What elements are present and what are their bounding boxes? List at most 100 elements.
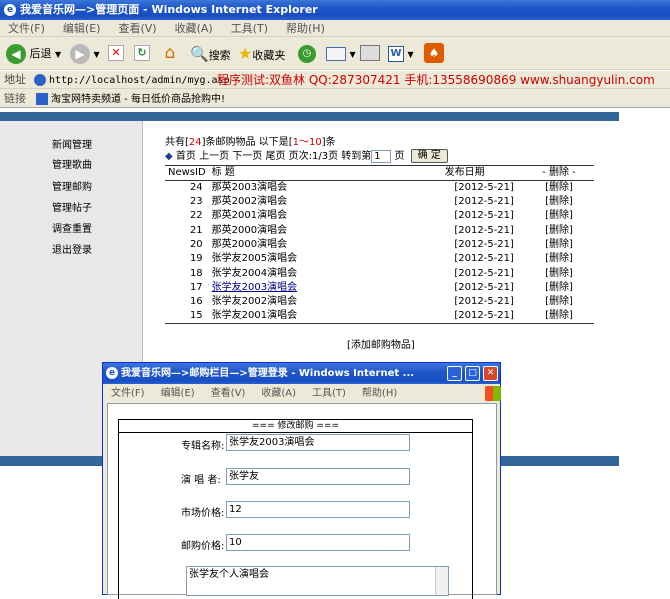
row-delete-link[interactable]: [删除]: [524, 295, 594, 309]
menu-edit[interactable]: 编辑(E): [63, 20, 101, 37]
add-mail-item-link[interactable]: [添加邮购物品]: [347, 336, 415, 351]
link-page-icon: [35, 93, 48, 105]
row-title-link[interactable]: 那英2003演唱会: [209, 181, 406, 196]
popup-titlebar[interactable]: e 我爱音乐网—>邮购栏目—>管理登录 - Windows Internet .…: [103, 363, 500, 384]
menu-file[interactable]: 文件(F): [8, 20, 45, 37]
print-icon[interactable]: [360, 45, 380, 61]
popup-menu-tools[interactable]: 工具(T): [312, 388, 346, 399]
row-delete-link[interactable]: [删除]: [524, 238, 594, 252]
back-dropdown-icon[interactable]: ▼: [55, 50, 61, 59]
mail-dropdown-icon: ▼: [349, 50, 356, 59]
menu-help[interactable]: 帮助(H): [286, 20, 325, 37]
history-icon[interactable]: ◷: [298, 45, 316, 63]
row-title-link[interactable]: 那英2000演唱会: [209, 238, 406, 252]
favorites-button[interactable]: ★收藏夹: [238, 43, 285, 65]
row-delete-link[interactable]: [删除]: [524, 224, 594, 238]
pager-prev[interactable]: 上一页: [199, 151, 229, 162]
row-delete-link[interactable]: [删除]: [524, 281, 594, 295]
mail-order-table: NewsID 标 题 发布日期 - 删除 - 24 那英2003演唱会 [2012-…: [165, 165, 594, 324]
row-delete-link[interactable]: [删除]: [524, 181, 594, 196]
home-icon[interactable]: ⌂: [160, 43, 180, 63]
table-header-row: NewsID 标 题 发布日期 - 删除 -: [165, 165, 594, 181]
sidebar-item-survey-reset[interactable]: 调查重置: [52, 220, 92, 235]
row-delete-link[interactable]: [删除]: [524, 209, 594, 223]
row-title-link[interactable]: 张学友2002演唱会: [209, 295, 406, 309]
row-date: [2012-5-21]: [454, 296, 514, 308]
edit-button[interactable]: W ▼: [388, 44, 414, 64]
sidebar-item-logout[interactable]: 退出登录: [52, 241, 92, 256]
address-input[interactable]: http://localhost/admin/myg.asp: [49, 75, 230, 86]
row-id: 23: [189, 196, 203, 208]
sidebar-item-posts[interactable]: 管理帖子: [52, 199, 92, 214]
mail-price-label: 邮购价格:: [181, 541, 225, 552]
popup-menu-file[interactable]: 文件(F): [111, 388, 145, 399]
album-name-input[interactable]: 张学友2003演唱会: [226, 434, 410, 451]
row-delete-link[interactable]: [删除]: [524, 266, 594, 280]
row-delete-link[interactable]: [删除]: [524, 252, 594, 266]
menu-favorites[interactable]: 收藏(A): [175, 20, 213, 37]
textarea-scrollbar[interactable]: [435, 567, 448, 595]
main-window-titlebar[interactable]: e 我爱音乐网—>管理页面 - Windows Internet Explore…: [0, 0, 670, 20]
maximize-button[interactable]: □: [465, 366, 480, 381]
pager-first[interactable]: 首页: [176, 151, 196, 162]
ie-icon: e: [4, 4, 16, 16]
stop-icon[interactable]: ✕: [108, 45, 124, 61]
form-left-border: [118, 419, 119, 599]
market-price-input[interactable]: 12: [226, 501, 410, 518]
row-title-link[interactable]: 那英2001演唱会: [209, 209, 406, 223]
row-delete-link[interactable]: [删除]: [524, 195, 594, 209]
row-title-link[interactable]: 张学友2001演唱会: [209, 309, 406, 324]
pager-last[interactable]: 尾页: [265, 151, 285, 162]
menu-view[interactable]: 查看(V): [118, 20, 156, 37]
table-row: 15 张学友2001演唱会 [2012-5-21] [删除]: [165, 309, 594, 324]
popup-menu-favorites[interactable]: 收藏(A): [261, 388, 296, 399]
back-button[interactable]: ◀ 后退 ▼: [6, 43, 61, 65]
table-row: 18 张学友2004演唱会 [2012-5-21] [删除]: [165, 266, 594, 280]
row-date: [2012-5-21]: [454, 239, 514, 251]
minimize-button[interactable]: _: [447, 366, 462, 381]
row-title-link[interactable]: 那英2002演唱会: [209, 195, 406, 209]
taobao-link[interactable]: 淘宝网特卖频道 - 每日低价商品抢购中!: [51, 94, 225, 105]
page-number-input[interactable]: 1: [371, 149, 392, 163]
forward-button[interactable]: ▶ ▼: [70, 43, 100, 65]
links-label: 链接: [4, 92, 26, 105]
row-id: 18: [189, 267, 203, 279]
goto-confirm-button[interactable]: 确 定: [410, 149, 448, 163]
row-date: [2012-5-21]: [454, 196, 514, 208]
messenger-icon[interactable]: ♠: [424, 43, 444, 63]
row-id: 17: [189, 281, 203, 293]
row-date: [2012-5-21]: [454, 253, 514, 265]
col-header-delete: - 删除 -: [523, 165, 594, 181]
pager: ◆ 首页 上一页 下一页 尾页 页次:1/3页 转到第 1 页 确 定: [165, 149, 448, 164]
row-delete-link[interactable]: [删除]: [524, 309, 594, 324]
close-button[interactable]: ✕: [483, 366, 498, 381]
sidebar-item-news[interactable]: 新闻管理: [52, 136, 92, 151]
pager-next[interactable]: 下一页: [232, 151, 262, 162]
edit-popup-window: e 我爱音乐网—>邮购栏目—>管理登录 - Windows Internet .…: [102, 362, 501, 599]
menu-tools[interactable]: 工具(T): [231, 20, 268, 37]
popup-content: === 修改邮购 === 专辑名称: 张学友2003演唱会 演 唱 者: 张学友…: [107, 403, 497, 599]
row-title-link[interactable]: 张学友2004演唱会: [209, 266, 406, 280]
popup-menu-help[interactable]: 帮助(H): [362, 388, 397, 399]
popup-menu-edit[interactable]: 编辑(E): [161, 388, 195, 399]
row-title-link[interactable]: 张学友2003演唱会: [209, 281, 406, 295]
popup-ie-icon: e: [106, 367, 118, 379]
album-name-label: 专辑名称:: [181, 441, 225, 452]
mail-button[interactable]: ▼: [326, 44, 356, 64]
overlay-test-text: 程序测试:双鱼林 QQ:287307421 手机:13558690869 www…: [217, 73, 655, 87]
popup-menu-view[interactable]: 查看(V): [211, 388, 246, 399]
mail-price-input[interactable]: 10: [226, 534, 410, 551]
row-date: [2012-5-21]: [454, 182, 514, 193]
row-title-link[interactable]: 那英2000演唱会: [209, 224, 406, 238]
mail-icon: [326, 47, 346, 61]
row-title-link[interactable]: 张学友2005演唱会: [209, 252, 406, 266]
pager-goto-label: 转到第: [341, 151, 372, 162]
description-textarea[interactable]: 张学友个人演唱会: [186, 566, 449, 596]
refresh-icon[interactable]: ↻: [134, 45, 150, 61]
row-id: 24: [189, 182, 203, 193]
search-button[interactable]: 🔍搜索: [190, 43, 231, 65]
sidebar-item-songs[interactable]: 管理歌曲: [52, 156, 92, 171]
singer-input[interactable]: 张学友: [226, 468, 410, 485]
sidebar-item-mailorder[interactable]: 管理邮购: [52, 178, 92, 193]
col-header-id: NewsID: [165, 165, 209, 181]
